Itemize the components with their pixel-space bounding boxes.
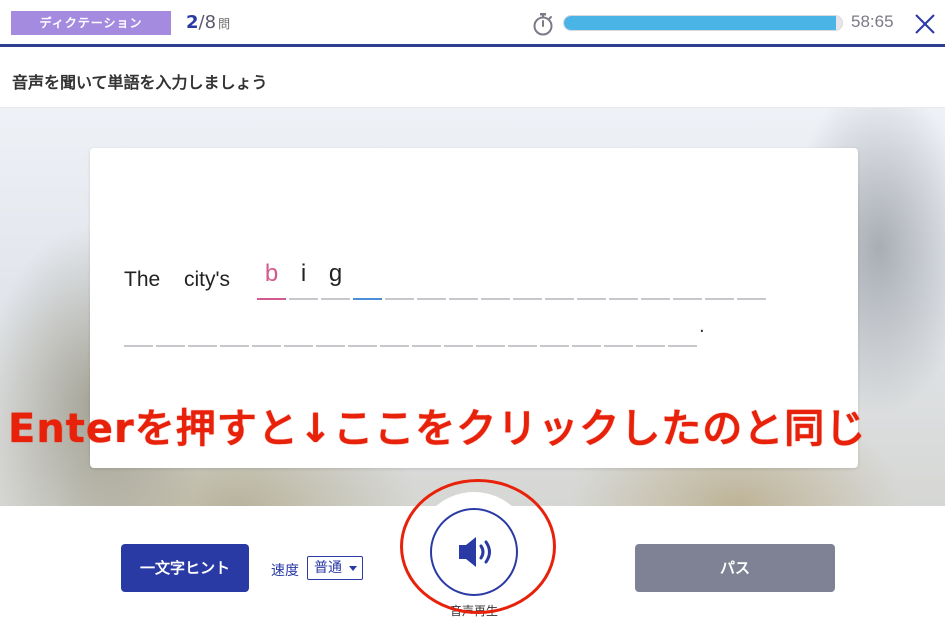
one-letter-hint-button[interactable]: 一文字ヒント [121,544,249,592]
timer-text: 58:65 [851,12,894,31]
answer-slot [124,345,153,347]
sentence-word: The [124,268,161,291]
answer-slot [513,298,542,300]
answer-slot [705,298,734,300]
answer-slot [257,298,286,300]
answer-slot [476,345,505,347]
time-progress-fill [564,16,837,30]
instruction-bar: 音声を聞いて単語を入力しましょう [0,50,945,108]
speed-label: 速度 [271,563,299,579]
question-area: The city's b i g . Enterを押すと↓ここをクリックしたのと… [0,108,945,506]
answer-slot [252,345,281,347]
play-audio-button[interactable] [430,508,518,596]
answer-slot [321,298,350,300]
answer-slot [604,345,633,347]
answer-slot [545,298,574,300]
speaker-icon [459,537,491,567]
answer-slot [481,298,510,300]
answer-slot [609,298,638,300]
answer-slot [156,345,185,347]
answer-slot [188,345,217,347]
typed-letter: g [328,260,343,287]
stopwatch-icon [533,13,553,36]
answer-slot [385,298,414,300]
question-unit: 問 [218,17,231,31]
close-icon[interactable] [913,12,937,36]
caret-down-icon [349,566,357,571]
answer-slot [289,298,318,300]
answer-slot [636,345,665,347]
answer-slot [412,345,441,347]
header-bar: ディクテーション 2/8 問 58:65 [0,0,945,47]
answer-slot [417,298,446,300]
instruction-text: 音声を聞いて単語を入力しましょう [12,73,268,92]
answer-slot [380,345,409,347]
answer-slot [508,345,537,347]
typed-letter-hint: b [264,260,279,287]
sentence-word: city's [184,268,231,291]
answer-slot [572,345,601,347]
answer-slot [449,298,478,300]
mode-badge: ディクテーション [11,11,171,35]
answer-slot [348,345,377,347]
answer-slot [540,345,569,347]
answer-slot [641,298,670,300]
answer-slot [737,298,766,300]
answer-slot-active [353,298,382,300]
speed-value: 普通 [314,560,342,576]
play-audio-label: 音声再生 [449,604,498,618]
pass-button[interactable]: パス [635,544,835,592]
control-bar: 一文字ヒント 速度 普通 音声再生 パス [0,479,945,622]
annotation-text: Enterを押すと↓ここをクリックしたのと同じ [8,406,867,452]
question-current: 2 [186,12,199,33]
question-total: /8 [198,12,217,33]
answer-slot [316,345,345,347]
sentence-period: . [699,316,705,337]
time-progress-bar [563,15,843,31]
answer-slot [444,345,473,347]
answer-slot [284,345,313,347]
answer-slot [577,298,606,300]
speed-select[interactable]: 普通 [307,556,363,580]
answer-slot [673,298,702,300]
typed-letter: i [300,260,307,287]
question-counter: 2/8 問 [186,12,230,33]
answer-slot [220,345,249,347]
answer-slot [668,345,697,347]
